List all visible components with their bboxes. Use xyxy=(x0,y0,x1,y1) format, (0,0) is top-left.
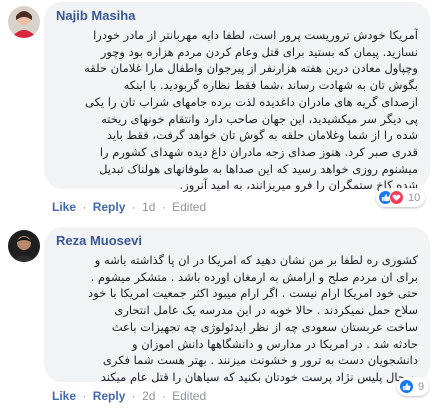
like-button[interactable]: Like xyxy=(52,200,76,214)
reaction-count: 9 xyxy=(418,380,425,393)
comment-line: دانشجویان دست به ترور و خشونت میزنند . ب… xyxy=(102,353,418,368)
timestamp[interactable]: 2d xyxy=(142,389,155,403)
comment-text: آمریکا خودش تروریست پرور است، لطفا دایه … xyxy=(56,27,418,194)
comment-line: ساخت عربستان سعودی چه از نظر ایدئولوژی چ… xyxy=(111,319,418,334)
reaction-count: 10 xyxy=(408,191,421,204)
comment-line: برای ان مردم صلح و ارامش به ارمغان اورده… xyxy=(90,269,418,284)
comment-line: سلاح حمل نمیکردند . حالا خوبه در این مدر… xyxy=(114,303,418,318)
separator: · xyxy=(161,389,166,403)
profile-photo-icon xyxy=(8,6,40,38)
comment-line: حادثه شد . در امریکا در مدارس و دانشگاهه… xyxy=(131,336,418,351)
comment-line: کشوری ره لطفا بر من نشان دهید که امریکا … xyxy=(94,253,418,267)
comment-author[interactable]: Najib Masiha xyxy=(56,7,418,24)
separator: · xyxy=(131,389,136,403)
comment-line: شده را از شما وغلامان حلقه به گوش تان خو… xyxy=(106,128,418,143)
comment-bubble: Najib Masiha آمریکا خودش تروریست پرور اس… xyxy=(44,2,430,192)
comment-line: بگوش تان به شهادت رساند ،شما فقط نظاره گ… xyxy=(123,78,418,93)
profile-photo-icon xyxy=(8,230,40,262)
comment-text: کشوری ره لطفا بر من نشان دهید که امریکا … xyxy=(56,252,418,386)
avatar[interactable] xyxy=(8,6,40,38)
comment-line: حتی خود امریکا ارام نیست . اگر ارام میبو… xyxy=(88,286,418,301)
timestamp[interactable]: 1d xyxy=(142,200,155,214)
like-button[interactable]: Like xyxy=(52,389,76,403)
comment-line: به حال پلیس نژاد پرست خودتان بکنید که سی… xyxy=(100,369,418,384)
reply-button[interactable]: Reply xyxy=(93,200,126,214)
like-icon xyxy=(399,379,414,394)
separator: · xyxy=(82,389,87,403)
comment-line: وچپاول معادن درین هفته هزارنفر از پیرجوا… xyxy=(84,61,418,76)
separator: · xyxy=(82,200,87,214)
comment-line: آمریکا خودش تروریست پرور است، لطفا دایه … xyxy=(93,28,418,42)
comment-actions: Like · Reply · 1d · Edited xyxy=(52,199,206,215)
comment-line: پی دیگر سر میکشیدید، این جهان صاحب دارد … xyxy=(101,111,418,126)
comment-line: میشنوم روزی خواهد رسید که این صداها به ط… xyxy=(99,161,418,176)
comment-actions: Like · Reply · 2d · Edited xyxy=(52,388,206,404)
comment-line: قدری صبر کرد. هنوز صدای زجه مادران داغ د… xyxy=(99,144,418,159)
avatar[interactable] xyxy=(8,230,40,262)
comment-line: نسازید. پیمان که بستید برای قتل وعام کرد… xyxy=(100,44,418,59)
separator: · xyxy=(161,200,166,214)
edited-label[interactable]: Edited xyxy=(172,200,206,214)
reply-button[interactable]: Reply xyxy=(93,389,126,403)
comment-line: شده کاخ ستمگران را فرو میریزانند، به امی… xyxy=(179,178,418,193)
love-icon xyxy=(389,190,404,205)
comment-author[interactable]: Reza Muosevi xyxy=(56,232,418,249)
separator: · xyxy=(131,200,136,214)
comment-line: ازصدای گریه های مادران داغدیده لذت برده … xyxy=(85,94,418,109)
comment-bubble: Reza Muosevi کشوری ره لطفا بر من نشان ده… xyxy=(44,227,430,384)
edited-label[interactable]: Edited xyxy=(172,389,206,403)
reactions-summary[interactable]: 10 xyxy=(376,188,426,207)
reactions-summary[interactable]: 9 xyxy=(397,377,430,396)
